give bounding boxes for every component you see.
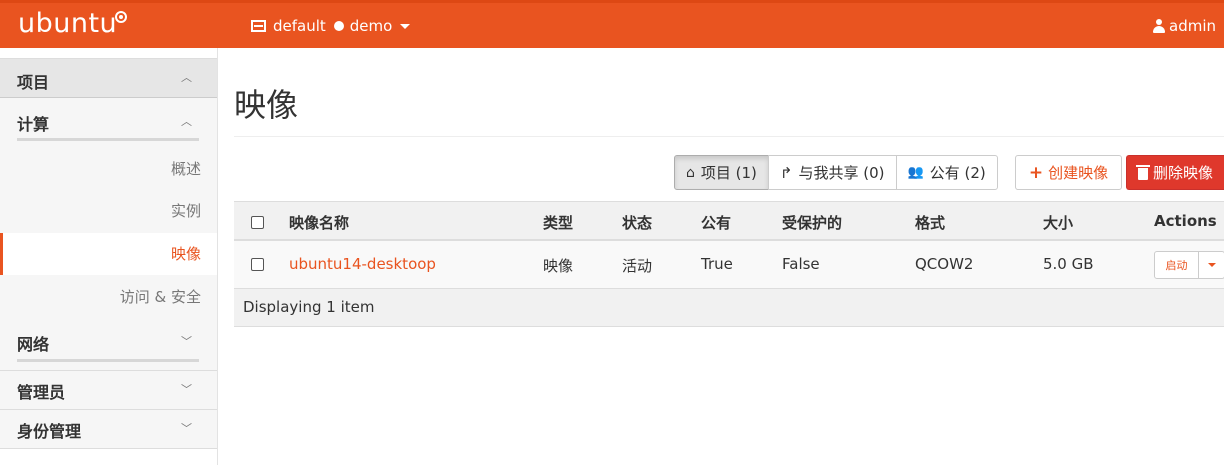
brand-logo[interactable]: ubuntu xyxy=(18,8,117,39)
column-header-actions: Actions xyxy=(1154,212,1217,230)
chevron-up-icon: ︿ xyxy=(181,71,192,84)
delete-images-label: 删除映像 xyxy=(1153,164,1214,182)
sidebar-section-label: 项目 xyxy=(17,73,50,92)
user-menu[interactable]: admin xyxy=(1153,17,1224,35)
chevron-down-icon xyxy=(400,23,411,29)
sidebar-section-network[interactable]: 网络 ﹀ xyxy=(0,325,217,365)
table-footer: Displaying 1 item xyxy=(234,289,1224,327)
sidebar-top-strip xyxy=(0,48,217,58)
sidebar-section-identity[interactable]: 身份管理 ﹀ xyxy=(0,409,217,449)
project-switcher[interactable]: default demo xyxy=(251,17,411,35)
sidebar-section-label: 计算 xyxy=(17,115,50,134)
image-filter-group: ⌂ 项目 (1) ↱ 与我共享 (0) 👥 公有 (2) xyxy=(674,155,998,190)
filter-project-button[interactable]: ⌂ 项目 (1) xyxy=(674,155,769,190)
launch-button[interactable]: 启动 xyxy=(1154,251,1199,279)
delete-images-button[interactable]: 删除映像 xyxy=(1126,155,1224,190)
chevron-down-icon: ﹀ xyxy=(181,383,192,396)
image-protected: False xyxy=(782,255,820,273)
share-icon: ↱ xyxy=(779,163,793,182)
section-underline xyxy=(17,359,199,362)
filter-label: 项目 (1) xyxy=(700,164,757,182)
top-navbar: ubuntu default demo admin xyxy=(0,0,1224,48)
filter-label: 公有 (2) xyxy=(929,164,986,182)
plus-icon: + xyxy=(1028,162,1044,183)
sidebar-item-overview[interactable]: 概述 xyxy=(0,148,217,190)
ubuntu-circle-icon xyxy=(115,11,127,23)
project-icon xyxy=(251,20,266,32)
column-header-status[interactable]: 状态 xyxy=(622,212,652,233)
image-size: 5.0 GB xyxy=(1043,255,1094,273)
image-name-link[interactable]: ubuntu14-desktoop xyxy=(289,255,436,273)
domain-name: default xyxy=(273,17,326,35)
separator-dot-icon xyxy=(333,21,344,31)
item-count: Displaying 1 item xyxy=(243,298,375,316)
column-header-public[interactable]: 公有 xyxy=(701,212,731,233)
user-icon xyxy=(1153,19,1165,33)
table-header: 映像名称 类型 状态 公有 受保护的 格式 大小 Actions xyxy=(234,201,1224,241)
section-underline xyxy=(17,138,199,141)
filter-public-button[interactable]: 👥 公有 (2) xyxy=(895,155,998,190)
sidebar-bottom xyxy=(0,449,217,465)
chevron-down-icon: ﹀ xyxy=(181,335,192,348)
filter-label: 与我共享 (0) xyxy=(798,164,885,182)
create-image-button[interactable]: + 创建映像 xyxy=(1015,155,1122,190)
filter-shared-button[interactable]: ↱ 与我共享 (0) xyxy=(767,155,897,190)
select-all-checkbox[interactable] xyxy=(251,216,264,229)
sidebar-item-images[interactable]: 映像 xyxy=(0,233,217,275)
image-status: 活动 xyxy=(622,257,653,275)
user-name: admin xyxy=(1169,17,1216,35)
column-header-type[interactable]: 类型 xyxy=(543,212,573,233)
users-icon: 👥 xyxy=(907,165,924,180)
trash-icon xyxy=(1136,164,1150,180)
sidebar-section-admin[interactable]: 管理员 ﹀ xyxy=(0,370,217,408)
create-image-label: 创建映像 xyxy=(1048,164,1109,182)
row-select-checkbox[interactable] xyxy=(251,258,264,271)
sidebar: 项目 ︿ 计算 ︿ 概述 实例 映像 访问 & 安全 网络 ﹀ 管理员 ﹀ 身份… xyxy=(0,48,218,465)
image-type: 映像 xyxy=(543,257,574,275)
row-actions-group: 启动 xyxy=(1154,251,1224,279)
sidebar-item-access-security[interactable]: 访问 & 安全 xyxy=(0,276,217,318)
sidebar-section-label: 身份管理 xyxy=(17,422,82,441)
table-row: ubuntu14-desktoop 映像 活动 True False QCOW2… xyxy=(234,241,1224,289)
sidebar-item-instances[interactable]: 实例 xyxy=(0,190,217,232)
column-header-protected[interactable]: 受保护的 xyxy=(782,212,842,233)
column-header-name[interactable]: 映像名称 xyxy=(289,212,349,233)
chevron-down-icon: ﹀ xyxy=(181,422,192,435)
row-actions-dropdown[interactable] xyxy=(1199,251,1224,279)
title-divider xyxy=(234,136,1224,137)
page-title: 映像 xyxy=(234,86,299,124)
project-name: demo xyxy=(349,17,393,35)
image-format: QCOW2 xyxy=(915,255,974,273)
sidebar-section-label: 管理员 xyxy=(17,383,66,402)
chevron-up-icon: ︿ xyxy=(181,115,192,128)
column-header-size[interactable]: 大小 xyxy=(1043,212,1073,233)
sidebar-section-compute[interactable]: 计算 ︿ xyxy=(0,100,217,144)
chevron-down-icon xyxy=(1207,263,1216,267)
home-icon: ⌂ xyxy=(686,164,695,181)
sidebar-section-project[interactable]: 项目 ︿ xyxy=(0,58,217,98)
image-public: True xyxy=(701,255,733,273)
column-header-format[interactable]: 格式 xyxy=(915,212,945,233)
sidebar-section-label: 网络 xyxy=(17,335,50,354)
